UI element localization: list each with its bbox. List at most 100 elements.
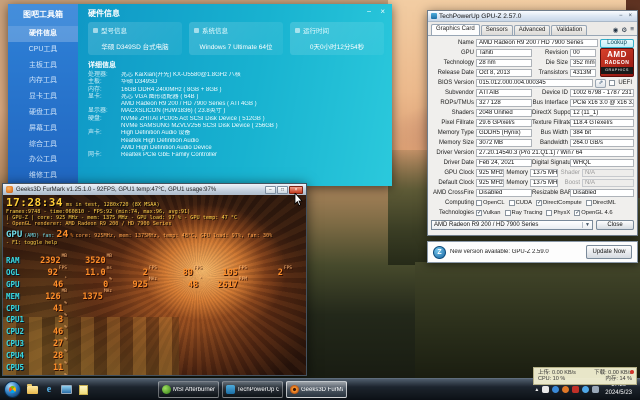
sidebar-item-hardware-info[interactable]: 硬件信息	[8, 26, 78, 42]
settings-icon[interactable]: ⚙	[621, 26, 627, 34]
ie-icon[interactable]: e	[42, 383, 56, 397]
tab-advanced[interactable]: Advanced	[514, 25, 551, 35]
tray-icon-app3[interactable]	[562, 386, 569, 393]
opengl-checkbox[interactable]: ✓	[574, 210, 580, 216]
lookup-button[interactable]: Lookup	[600, 39, 634, 48]
close-icon[interactable]: ×	[626, 13, 634, 19]
tray-icon-app2[interactable]	[552, 386, 559, 393]
osd-row-ogl: OGL92FPS11.0ms2FPS89FPS105FPS2FPS	[6, 260, 292, 272]
network-icon[interactable]	[592, 386, 599, 393]
traffic-widget-icon	[630, 370, 634, 374]
directml-checkbox[interactable]	[586, 200, 592, 206]
osd-row-cpu2: CPU246%	[6, 319, 292, 331]
furmark-window: Geeks3D FurMark v1.25.1.0 - 92FPS, GPU1 …	[2, 183, 307, 376]
osd-row-cpu6: CPU621%	[6, 367, 292, 375]
chevron-down-icon: ▼	[582, 222, 590, 228]
amd-radeon-logo: AMD RADEON GRAPHICS	[600, 48, 634, 77]
menu-icon[interactable]: ≡	[630, 26, 634, 34]
close-dialog-button[interactable]: Close	[596, 220, 634, 230]
detail-row-network: 网卡:Realtek PCIe GbE Family Controller	[88, 152, 384, 159]
gpuz-bios-row: BIOS Version 015.012.000.004.000345 ⇗ UE…	[431, 78, 634, 88]
toolbox-sidebar-title: 图吧工具箱	[8, 4, 78, 26]
gpuz-titlebar[interactable]: TechPowerUp GPU-Z 2.57.0 − ×	[428, 11, 637, 22]
osd-row-cpu: CPU41%	[6, 296, 292, 308]
detail-row-audio1: 声卡:High Definition Audio 设备	[88, 130, 384, 137]
cuda-checkbox[interactable]	[509, 200, 515, 206]
computer-icon[interactable]	[59, 383, 73, 397]
gpuz-computing-row: Computing OpenCL CUDA ✓DirectCompute Dir…	[431, 198, 634, 208]
detail-row-audio3: AMD High Definition Audio Device	[88, 145, 384, 152]
furmark-titlebar[interactable]: Geeks3D FurMark v1.25.1.0 - 92FPS, GPU1 …	[3, 184, 306, 195]
detail-row-memory: 内存:16GB DDR4 2400MHz ( 8GB + 8GB )	[88, 87, 384, 94]
msi-afterburner-icon	[162, 385, 171, 394]
detail-row-gpu1: 显卡:兆芯 VGA 图形适配器 ( 64B )	[88, 94, 384, 101]
taskbar-button-gpuz[interactable]: TechPowerUp G...	[222, 381, 283, 398]
maximize-button[interactable]: □	[277, 186, 288, 194]
gpuz-driver-row: Driver Version27.20.14540.3 (Pro 21.Q1.1…	[431, 148, 634, 158]
tray-icon-app4[interactable]	[572, 386, 579, 393]
furmark-app-icon	[6, 186, 13, 193]
sidebar-item-screen-tools[interactable]: 屏幕工具	[8, 121, 78, 137]
card-bullet-icon	[93, 28, 98, 33]
detail-row-motherboard: 主板:华硕 D349SD	[88, 79, 384, 86]
tab-sensors[interactable]: Sensors	[481, 25, 513, 35]
card-value: 0天0小时12分54秒	[295, 41, 379, 51]
directcompute-checkbox[interactable]: ✓	[536, 200, 542, 206]
traffic-monitor-widget[interactable]: 上传: 0.00 KB/s 下载: 0.00 KB/s CPU: 10 % 内存…	[533, 367, 637, 385]
minimize-icon[interactable]: −	[617, 13, 625, 19]
taskbar-button-msi-afterburner[interactable]: MSI Afterburner	[158, 381, 219, 398]
furmark-osd: 17:28:34 ms in test, 1280x720 (8X MSAA) …	[6, 196, 306, 246]
hidden-icons-arrow[interactable]: ▲	[534, 387, 539, 393]
notes-icon[interactable]	[76, 383, 90, 397]
wallpaper-lake	[415, 262, 640, 380]
osd-row-ram: RAM2392MB3520MB	[6, 248, 292, 260]
sidebar-item-repair-tools[interactable]: 维修工具	[8, 168, 78, 184]
osd-row-cpu3: CPU327%	[6, 331, 292, 343]
taskbar-button-furmark[interactable]: Geeks3D FurMa...	[286, 381, 347, 398]
minimize-button[interactable]: −	[265, 186, 276, 194]
update-now-button[interactable]: Update Now	[586, 245, 632, 259]
gpuz-body: AMD RADEON GRAPHICS Name AMD Radeon R9 2…	[428, 36, 637, 232]
gpuz-update-icon: Z	[433, 246, 446, 259]
minimize-icon[interactable]: −	[367, 7, 372, 16]
gpu-name-value: AMD Radeon R9 200 / HD 7900 Series	[476, 39, 598, 47]
sidebar-item-motherboard-tools[interactable]: 主板工具	[8, 58, 78, 74]
sidebar-item-gpu-tools[interactable]: 显卡工具	[8, 89, 78, 105]
bios-share-icon[interactable]: ⇗	[595, 79, 606, 88]
sidebar-item-office-tools[interactable]: 办公工具	[8, 152, 78, 168]
gpuz-update-bar: Z New version available: GPU-Z 2.59.0 Up…	[427, 241, 638, 263]
card-label: 系统信息	[202, 25, 228, 35]
tray-icon-app1[interactable]	[542, 386, 549, 393]
gpuz-field-row: Shaders2048 UnifiedDirectX Support12 (11…	[431, 108, 634, 118]
system-info-card: 系统信息 Windows 7 Ultimate 64位	[189, 22, 283, 55]
sidebar-item-cpu-tools[interactable]: CPU工具	[8, 42, 78, 58]
card-selector-dropdown[interactable]: AMD Radeon R9 200 / HD 7900 Series ▼	[431, 220, 593, 230]
detail-row-disk1: 硬盘:NVMe ZHITAI PC005 Act SCSI Disk Devic…	[88, 116, 384, 123]
raytracing-checkbox[interactable]	[505, 210, 511, 216]
physx-checkbox[interactable]	[546, 210, 552, 216]
sidebar-item-misc-tools[interactable]: 综合工具	[8, 137, 78, 153]
osd-gpu-sub: (AMD) fan:	[24, 233, 54, 239]
screenshot-icon[interactable]: ◉	[613, 26, 619, 34]
tab-validation[interactable]: Validation	[551, 25, 587, 35]
osd-gpu-stats: core: 925MHz, mem: 1375MHz, temp: 48°C, …	[75, 233, 272, 239]
tab-graphics-card[interactable]: Graphics Card	[431, 24, 480, 35]
gpuz-app-icon	[431, 13, 437, 19]
volume-icon[interactable]	[582, 386, 589, 393]
sidebar-item-memory-tools[interactable]: 内存工具	[8, 73, 78, 89]
gpuz-window: TechPowerUp GPU-Z 2.57.0 − × Graphics Ca…	[427, 10, 638, 236]
osd-test-note: ms in test, 1280x720 (8X MSAA)	[66, 202, 160, 208]
detail-row-audio2: Realtek High Definition Audio	[88, 138, 384, 145]
card-label: 型号信息	[101, 25, 127, 35]
sidebar-item-disk-tools[interactable]: 硬盘工具	[8, 105, 78, 121]
gpuz-field-row: Memory Size3072 MBBandwidth264.0 GB/s	[431, 138, 634, 148]
furmark-title: Geeks3D FurMark v1.25.1.0 - 92FPS, GPU1 …	[16, 186, 262, 193]
vulkan-checkbox[interactable]: ✓	[476, 210, 482, 216]
opencl-checkbox[interactable]	[476, 200, 482, 206]
explorer-icon[interactable]	[25, 383, 39, 397]
start-button[interactable]	[4, 381, 21, 398]
close-icon[interactable]: ×	[380, 7, 385, 16]
card-value: Windows 7 Ultimate 64位	[194, 41, 278, 51]
gpuz-name-row: Name AMD Radeon R9 200 / HD 7900 Series …	[431, 38, 634, 48]
uefi-checkbox[interactable]	[609, 80, 615, 86]
